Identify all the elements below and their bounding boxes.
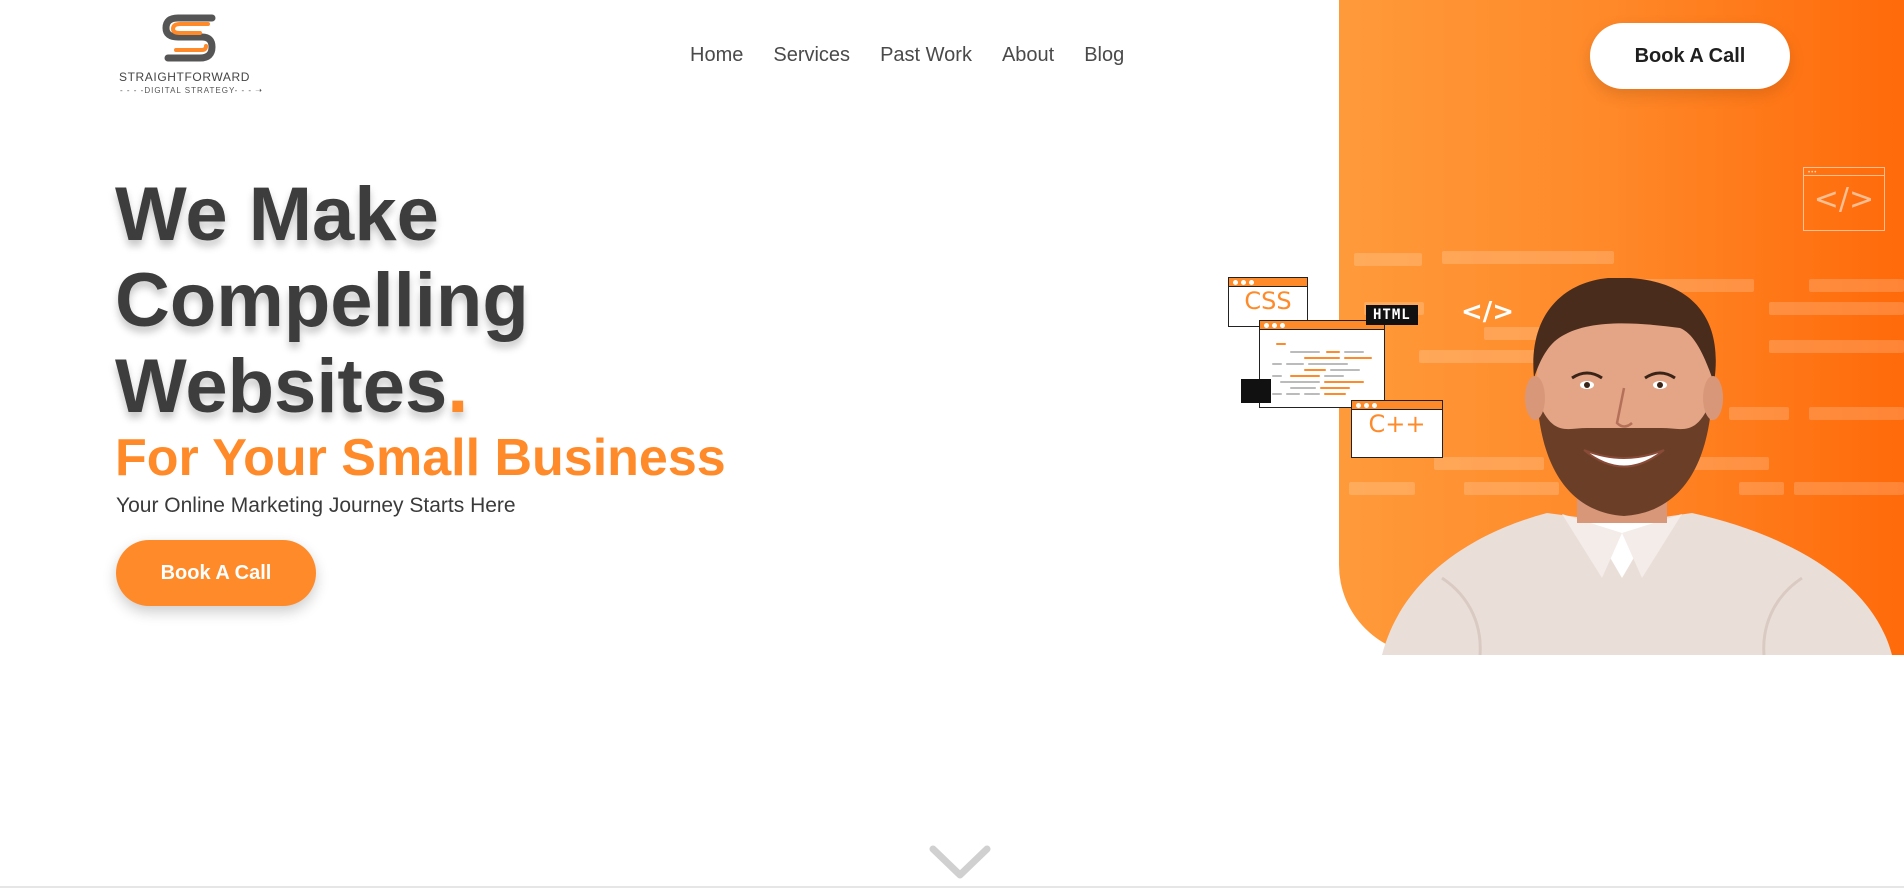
nav-item-past-work[interactable]: Past Work (880, 44, 972, 67)
headline-line-1: We Make (115, 172, 439, 257)
html-tag: HTML (1366, 305, 1418, 325)
s-logo-icon (162, 14, 216, 62)
headline-dot: . (447, 344, 469, 429)
code-icon: </> (1813, 182, 1875, 217)
cpp-window: C++ (1351, 400, 1443, 458)
nav-item-about[interactable]: About (1002, 44, 1054, 67)
headline-line-2: Compelling (115, 258, 529, 343)
code-icon: </> (1461, 297, 1515, 327)
code-window-icon: ••• </> (1803, 167, 1885, 231)
nav-item-services[interactable]: Services (773, 44, 850, 67)
main-nav: Home Services Past Work About Blog (690, 44, 1124, 67)
headline-line-3: Websites. (115, 344, 875, 430)
nav-item-home[interactable]: Home (690, 44, 743, 67)
cpp-label: C++ (1368, 410, 1426, 438)
headline-line-3-text: Websites (115, 344, 448, 429)
chevron-down-icon[interactable] (927, 843, 993, 883)
header-book-call-button[interactable]: Book A Call (1590, 23, 1790, 89)
brand-name: STRAIGHTFORWARD (119, 70, 250, 84)
site-logo[interactable]: STRAIGHTFORWARD - - - -DIGITAL STRATEGY-… (116, 8, 263, 98)
code-editor-window (1259, 320, 1385, 408)
black-block (1241, 379, 1271, 403)
css-label: CSS (1244, 287, 1292, 315)
nav-item-blog[interactable]: Blog (1084, 44, 1124, 67)
coding-illustration: CSS HTML </> C++ (1228, 270, 1514, 470)
hero-book-call-button[interactable]: Book A Call (116, 540, 316, 606)
hero-tagline: Your Online Marketing Journey Starts Her… (116, 494, 516, 517)
brand-subline: - - - -DIGITAL STRATEGY- - - ➝ (120, 86, 263, 95)
hero-subheadline: For Your Small Business (115, 429, 726, 487)
hero-headline: We Make Compelling Websites. (115, 172, 875, 430)
